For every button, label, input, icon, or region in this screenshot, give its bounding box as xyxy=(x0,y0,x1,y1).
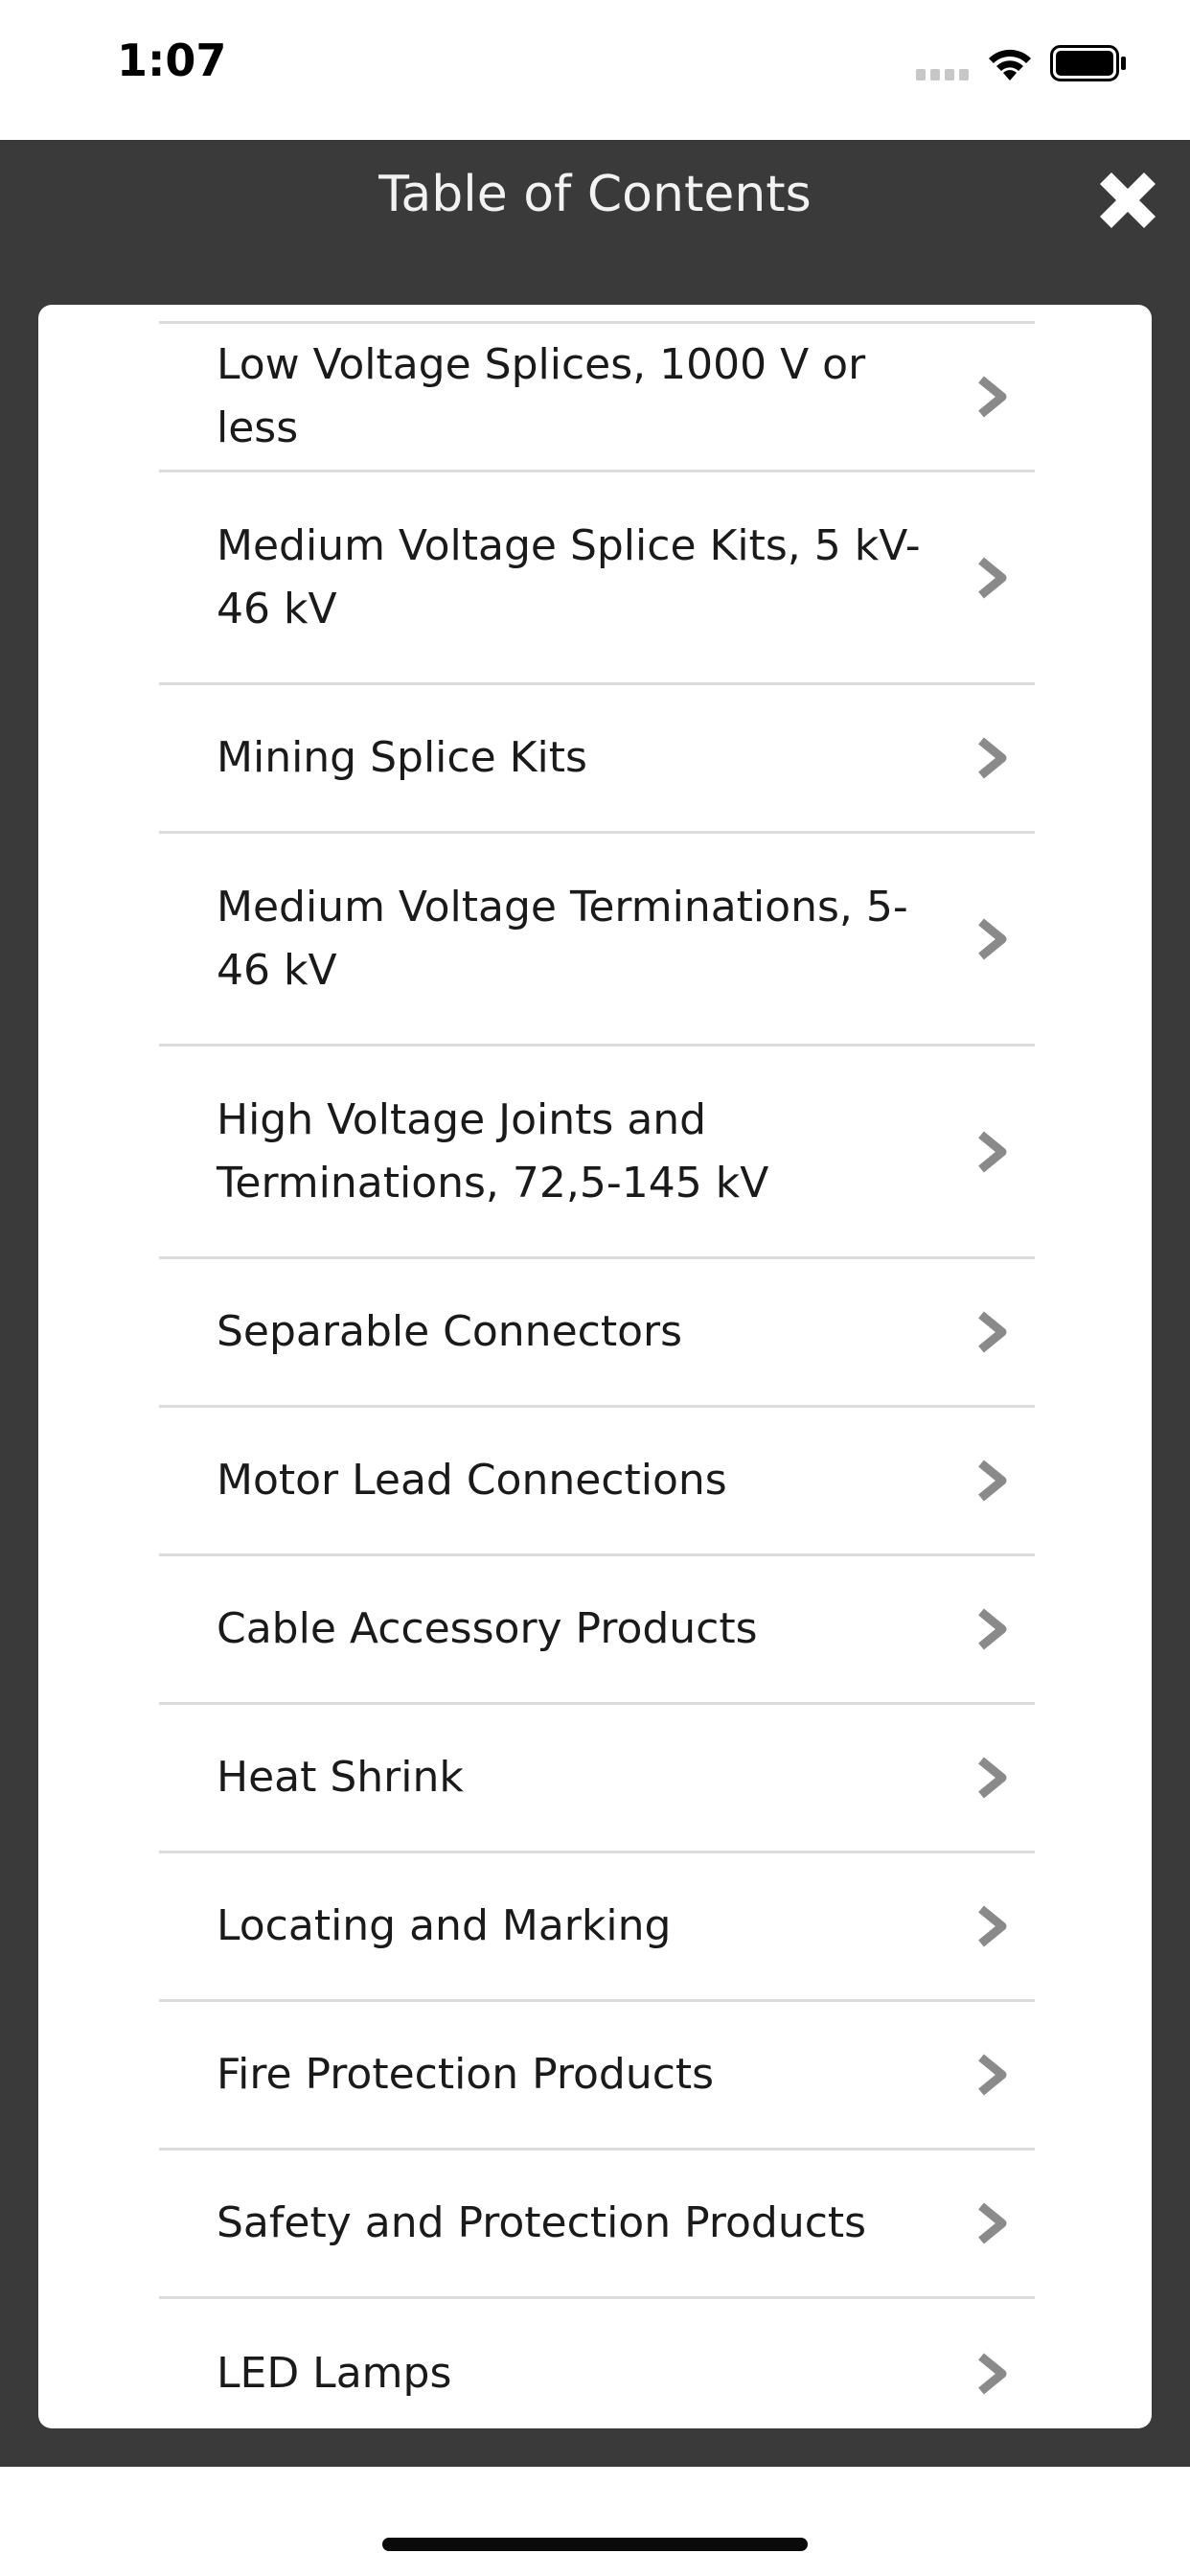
chevron-right-icon xyxy=(978,1757,1007,1799)
chevron-right-icon xyxy=(978,2054,1007,2096)
toc-panel: Table of Contents Low Voltage Splices, 1… xyxy=(0,140,1190,2467)
list-item-label: Locating and Marking xyxy=(217,1901,672,1950)
status-time: 1:07 xyxy=(117,34,227,86)
list-item[interactable]: High Voltage Joints and Terminations, 72… xyxy=(159,1046,1035,1259)
chevron-right-icon xyxy=(978,918,1007,959)
list-item[interactable]: Low Voltage Splices, 1000 V or less xyxy=(159,324,1035,472)
list-item-label: Heat Shrink xyxy=(217,1753,464,1802)
status-bar: 1:07 xyxy=(0,0,1190,140)
list-item[interactable]: Locating and Marking xyxy=(159,1853,1035,2002)
list-item[interactable]: LED Lamps xyxy=(159,2299,1035,2428)
list-item[interactable]: Safety and Protection Products xyxy=(159,2150,1035,2299)
chevron-right-icon xyxy=(978,1460,1007,1502)
chevron-right-icon xyxy=(978,737,1007,779)
list-item[interactable]: Motor Lead Connections xyxy=(159,1408,1035,1556)
list-item-label: Safety and Protection Products xyxy=(217,2198,867,2247)
toc-list: Low Voltage Splices, 1000 V or less Medi… xyxy=(159,305,1035,2428)
home-indicator[interactable] xyxy=(382,2538,808,2551)
chevron-right-icon xyxy=(978,2353,1007,2394)
list-divider xyxy=(159,305,1035,324)
wifi-icon xyxy=(989,49,1031,80)
list-item-label: Motor Lead Connections xyxy=(217,1456,727,1505)
chevron-right-icon xyxy=(978,557,1007,598)
list-item[interactable]: Cable Accessory Products xyxy=(159,1556,1035,1705)
chevron-right-icon xyxy=(978,1311,1007,1353)
chevron-right-icon xyxy=(978,1608,1007,1650)
cellular-signal-icon xyxy=(916,69,969,80)
chevron-right-icon xyxy=(978,2202,1007,2244)
list-item-label: Medium Voltage Terminations, 5-46 kV xyxy=(217,882,908,995)
page-title: Table of Contents xyxy=(378,166,812,223)
chevron-right-icon xyxy=(978,1131,1007,1172)
chevron-right-icon xyxy=(978,1905,1007,1947)
list-item[interactable]: Fire Protection Products xyxy=(159,2002,1035,2150)
list-item-label: LED Lamps xyxy=(217,2348,452,2398)
list-item-label: Mining Splice Kits xyxy=(217,733,587,782)
list-item[interactable]: Separable Connectors xyxy=(159,1259,1035,1408)
list-item-label: Fire Protection Products xyxy=(217,2050,715,2099)
chevron-right-icon xyxy=(978,376,1007,418)
list-item[interactable]: Medium Voltage Terminations, 5-46 kV xyxy=(159,834,1035,1046)
list-item-label: Separable Connectors xyxy=(217,1307,683,1356)
list-item-label: High Voltage Joints and Terminations, 72… xyxy=(217,1094,769,1208)
list-item[interactable]: Mining Splice Kits xyxy=(159,685,1035,834)
list-item-label: Medium Voltage Splice Kits, 5 kV-46 kV xyxy=(217,520,921,633)
list-item[interactable]: Heat Shrink xyxy=(159,1705,1035,1853)
list-item-label: Low Voltage Splices, 1000 V or less xyxy=(217,340,866,452)
list-item-label: Cable Accessory Products xyxy=(217,1604,758,1653)
close-icon[interactable] xyxy=(1090,163,1165,238)
home-indicator-area xyxy=(0,2467,1190,2576)
list-item[interactable]: Medium Voltage Splice Kits, 5 kV-46 kV xyxy=(159,472,1035,685)
battery-icon xyxy=(1050,45,1126,81)
toc-list-card[interactable]: Low Voltage Splices, 1000 V or less Medi… xyxy=(38,305,1152,2428)
